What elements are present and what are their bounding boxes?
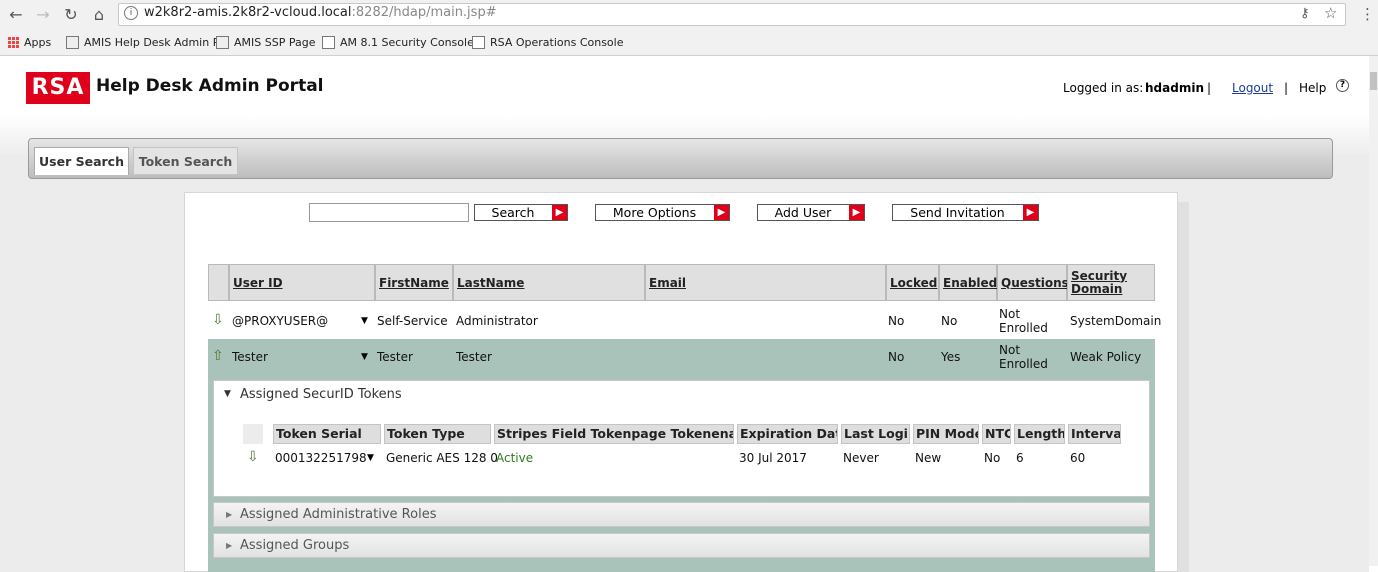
domain-cell: Weak Policy — [1070, 350, 1142, 364]
arrow-right-icon: ▶ — [552, 205, 567, 220]
page-icon — [66, 35, 79, 49]
logout-link[interactable]: Logout — [1232, 81, 1273, 95]
column-header-firstname[interactable]: FirstName — [375, 264, 453, 301]
firstname-cell: Self-Service — [377, 314, 448, 328]
lastname-cell: Tester — [456, 350, 492, 364]
token-col-pin-mode: PIN Mode — [913, 424, 979, 444]
column-header-security-domain[interactable]: Security Domain — [1067, 264, 1155, 301]
token-ntc-cell: No — [984, 451, 1001, 465]
user-id-cell[interactable]: Tester — [232, 350, 268, 364]
bookmark-apps[interactable]: Apps — [8, 34, 51, 50]
star-icon[interactable]: ☆ — [1324, 4, 1337, 22]
home-icon[interactable]: ⌂ — [89, 5, 109, 25]
more-options-button[interactable]: More Options ▶ — [595, 204, 730, 221]
arrow-right-icon: ▶ — [714, 205, 729, 220]
token-interval-cell: 60 — [1070, 451, 1086, 465]
tab-user-search[interactable]: User Search — [34, 147, 129, 175]
separator: | — [1284, 81, 1289, 95]
token-col-stripes: Stripes Field Tokenpage Tokenenabled — [494, 424, 734, 444]
token-col-type: Token Type — [384, 424, 491, 444]
token-type-cell: Generic AES 128 0 — [386, 451, 498, 465]
rsa-logo: RSA — [26, 72, 90, 104]
user-id-cell[interactable]: @PROXYUSER@ — [232, 314, 328, 328]
lastname-cell: Administrator — [456, 314, 538, 328]
token-col-expiration: Expiration Date — [737, 424, 838, 444]
column-header-locked[interactable]: Locked — [886, 264, 939, 301]
section-expanded-icon[interactable]: ▼ — [224, 389, 231, 399]
reload-icon[interactable]: ↻ — [61, 5, 81, 25]
bookmark-amis-help-desk[interactable]: AMIS Help Desk Admin P — [66, 34, 219, 50]
bookmark-rsa-operations[interactable]: RSA Operations Console — [472, 34, 624, 50]
enabled-cell: Yes — [941, 350, 961, 364]
admin-roles-section[interactable]: ▶ Assigned Administrative Roles — [213, 502, 1150, 527]
page-icon — [216, 35, 229, 49]
locked-cell: No — [888, 314, 905, 328]
locked-cell: No — [888, 350, 905, 364]
arrow-right-icon: ▶ — [849, 205, 864, 220]
search-button[interactable]: Search ▶ — [474, 204, 568, 221]
send-invitation-button[interactable]: Send Invitation ▶ — [892, 204, 1039, 221]
collapse-arrow-icon[interactable]: ⇧ — [212, 348, 224, 364]
column-header-questions[interactable]: Questions — [997, 264, 1069, 301]
token-header-expand — [243, 424, 263, 444]
apps-icon — [8, 36, 19, 48]
domain-cell: SystemDomain — [1070, 314, 1162, 328]
add-user-button[interactable]: Add User ▶ — [757, 204, 865, 221]
panel-shadow — [1178, 202, 1189, 572]
forward-icon[interactable]: → — [33, 5, 53, 25]
token-col-ntc: NTC — [982, 424, 1011, 444]
scrollbar[interactable] — [1369, 56, 1378, 566]
username: hdadmin — [1145, 81, 1204, 95]
column-header-email[interactable]: Email — [645, 264, 886, 301]
logged-in-label: Logged in as: — [1063, 81, 1144, 95]
expand-arrow-icon[interactable]: ⇩ — [247, 449, 259, 465]
token-col-serial: Token Serial — [273, 424, 381, 444]
document-icon — [322, 35, 335, 49]
token-col-length: Length — [1014, 424, 1065, 444]
help-link[interactable]: Help — [1299, 81, 1326, 95]
dropdown-caret-icon[interactable]: ▼ — [361, 316, 368, 326]
arrow-right-icon: ▶ — [1023, 205, 1038, 220]
menu-icon[interactable]: ⋮ — [1360, 5, 1375, 23]
firstname-cell: Tester — [377, 350, 413, 364]
token-serial-cell[interactable]: 000132251798 — [275, 451, 367, 465]
questions-cell: Not Enrolled — [999, 343, 1048, 371]
column-header-enabled[interactable]: Enabled — [939, 264, 997, 301]
section-collapsed-icon: ▶ — [226, 541, 233, 550]
questions-cell: Not Enrolled — [999, 307, 1048, 335]
token-last-login-cell: Never — [843, 451, 879, 465]
section-collapsed-icon: ▶ — [226, 510, 233, 519]
tab-token-search[interactable]: Token Search — [133, 147, 238, 175]
info-icon[interactable]: i — [124, 6, 138, 20]
document-icon — [472, 35, 485, 49]
help-icon[interactable]: ? — [1336, 79, 1349, 92]
bookmark-amis-ssp[interactable]: AMIS SSP Page — [216, 34, 315, 50]
token-status-cell: Active — [496, 451, 534, 465]
key-icon[interactable]: ⚷ — [1300, 6, 1310, 21]
token-col-interval: Interval — [1068, 424, 1121, 444]
token-length-cell: 6 — [1016, 451, 1024, 465]
back-icon[interactable]: ← — [6, 5, 26, 25]
tokens-section-title[interactable]: Assigned SecurID Tokens — [240, 387, 402, 402]
expand-arrow-icon[interactable]: ⇩ — [212, 312, 224, 328]
separator: | — [1207, 81, 1212, 95]
url-text: w2k8r2-amis.2k8r2-vcloud.local:8282/hdap… — [144, 5, 497, 20]
dropdown-caret-icon[interactable]: ▼ — [367, 453, 374, 463]
bookmark-am-security-console[interactable]: AM 8.1 Security Console — [322, 34, 474, 50]
page-title: Help Desk Admin Portal — [96, 76, 324, 96]
token-expiration-cell: 30 Jul 2017 — [739, 451, 807, 465]
column-header-user-id[interactable]: User ID — [229, 264, 375, 301]
column-header-lastname[interactable]: LastName — [453, 264, 645, 301]
dropdown-caret-icon[interactable]: ▼ — [361, 352, 368, 362]
token-pin-mode-cell: New — [915, 451, 942, 465]
column-header-expand — [208, 264, 229, 301]
groups-section[interactable]: ▶ Assigned Groups — [213, 533, 1150, 558]
search-input[interactable] — [309, 203, 469, 222]
enabled-cell: No — [941, 314, 958, 328]
token-col-last-login: Last Login — [841, 424, 910, 444]
